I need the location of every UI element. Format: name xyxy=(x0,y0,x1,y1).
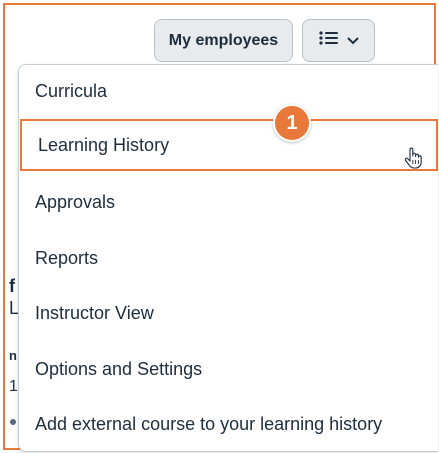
page-fragment-heading: f xyxy=(9,276,15,296)
menu-item-label: Instructor View xyxy=(35,302,154,323)
menu-item-options-and-settings[interactable]: Options and Settings xyxy=(19,344,439,394)
menu-item-approvals[interactable]: Approvals xyxy=(19,177,439,227)
page-fragment-row: 1 xyxy=(9,378,18,395)
menu-item-label: Approvals xyxy=(35,191,116,212)
list-icon xyxy=(318,30,339,51)
step-number: 1 xyxy=(286,111,298,134)
menu-item-reports[interactable]: Reports xyxy=(19,233,439,283)
menu-dropdown: Curricula Learning History Approvals Rep… xyxy=(18,64,438,452)
page-fragment-bullet xyxy=(10,419,16,425)
page-fragment-subheading: L xyxy=(9,298,18,318)
menu-item-label: Options and Settings xyxy=(35,358,203,379)
page-fragment-column: n xyxy=(9,348,17,363)
my-employees-label: My employees xyxy=(168,31,279,49)
menu-item-add-external-course[interactable]: Add external course to your learning his… xyxy=(19,399,439,449)
hand-cursor-icon xyxy=(402,146,426,170)
menu-item-label: Learning History xyxy=(38,134,170,155)
my-employees-button[interactable]: My employees xyxy=(154,19,293,62)
menu-item-instructor-view[interactable]: Instructor View xyxy=(19,288,439,338)
menu-item-label: Curricula xyxy=(35,80,108,101)
menu-item-learning-history[interactable]: Learning History xyxy=(20,119,438,171)
menu-item-label: Reports xyxy=(35,247,99,268)
chevron-down-icon xyxy=(346,32,359,50)
menu-toggle-button[interactable] xyxy=(302,19,375,62)
menu-item-curricula[interactable]: Curricula xyxy=(19,66,439,116)
step-number-badge: 1 xyxy=(273,104,311,142)
menu-item-label: Add external course to your learning his… xyxy=(35,413,383,434)
